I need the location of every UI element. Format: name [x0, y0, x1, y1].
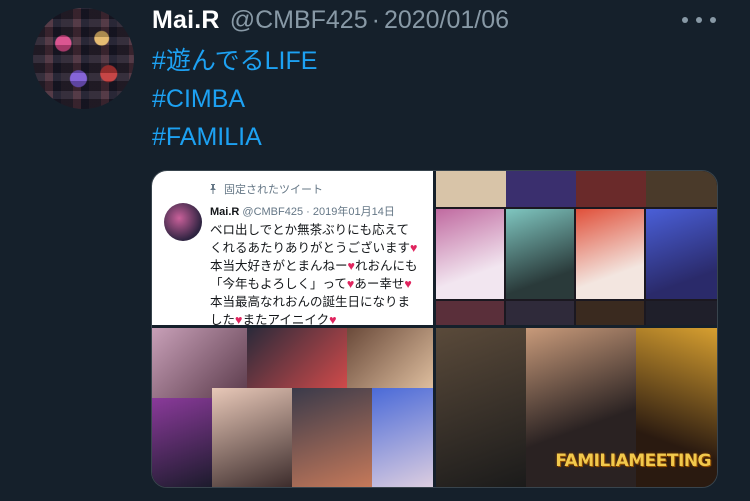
media-grid: 固定されたツイート Mai.R @CMBF425 · 2019年01月14日 ベ… [151, 170, 718, 488]
embedded-name: Mai.R [210, 206, 240, 218]
tweet-header: Mai.R @CMBF425 · 2020/01/06 [152, 6, 509, 36]
collage-tile [646, 209, 717, 299]
avatar[interactable] [33, 8, 134, 109]
tweet-date[interactable]: 2020/01/06 [384, 6, 509, 35]
embedded-avatar [164, 203, 202, 241]
collage-tile [646, 171, 717, 207]
dot [682, 17, 688, 23]
photo-1[interactable]: 固定されたツイート Mai.R @CMBF425 · 2019年01月14日 ベ… [152, 171, 436, 328]
embedded-text: ベロ出しでとか無茶ぶりにも応えてくれるあたりありがとうございます♥本当大好きがと… [210, 223, 418, 327]
photo-2[interactable] [436, 171, 717, 328]
hashtag-link[interactable]: #FAMILIA [152, 118, 317, 156]
collage-tile [576, 209, 644, 299]
tweet-text: #遊んでるLIFE #CIMBA #FAMILIA [152, 42, 317, 156]
collage-tile [372, 388, 433, 487]
dot [696, 17, 702, 23]
more-horizontal-icon[interactable] [682, 14, 716, 26]
collage-tile [506, 171, 576, 207]
collage-tile [247, 328, 347, 388]
photo-4[interactable]: FAMILIAMEETING [436, 328, 717, 487]
pinned-text: 固定されたツイート [224, 184, 323, 196]
collage-tile [646, 301, 717, 325]
embedded-date: · 2019年01月14日 [306, 206, 395, 218]
hashtag-link[interactable]: #遊んでるLIFE [152, 42, 317, 80]
collage-tile [436, 328, 526, 487]
separator-dot: · [371, 6, 380, 34]
collage-tile [436, 301, 504, 325]
collage-tile [152, 398, 212, 487]
collage-tile [506, 209, 574, 299]
dot [710, 17, 716, 23]
collage-tile [436, 171, 506, 207]
photo-3[interactable] [152, 328, 436, 487]
display-name[interactable]: Mai.R [152, 6, 220, 35]
collage-tile [576, 301, 644, 325]
collage-tile [347, 328, 433, 388]
embedded-handle: @CMBF425 [242, 206, 304, 218]
embedded-header: Mai.R @CMBF425 · 2019年01月14日 [210, 203, 421, 219]
pin-icon [210, 184, 216, 194]
user-handle[interactable]: @CMBF425 [230, 6, 368, 35]
collage-tile [576, 171, 646, 207]
embedded-tweet-screenshot: 固定されたツイート Mai.R @CMBF425 · 2019年01月14日 ベ… [152, 171, 433, 327]
hashtag-link[interactable]: #CIMBA [152, 80, 317, 118]
collage-tile [212, 388, 292, 487]
collage-tile [436, 209, 504, 299]
collage-tile [506, 301, 574, 325]
collage-caption: FAMILIAMEETING [555, 451, 711, 471]
pinned-label: 固定されたツイート [164, 181, 421, 197]
collage-tile [292, 388, 372, 487]
